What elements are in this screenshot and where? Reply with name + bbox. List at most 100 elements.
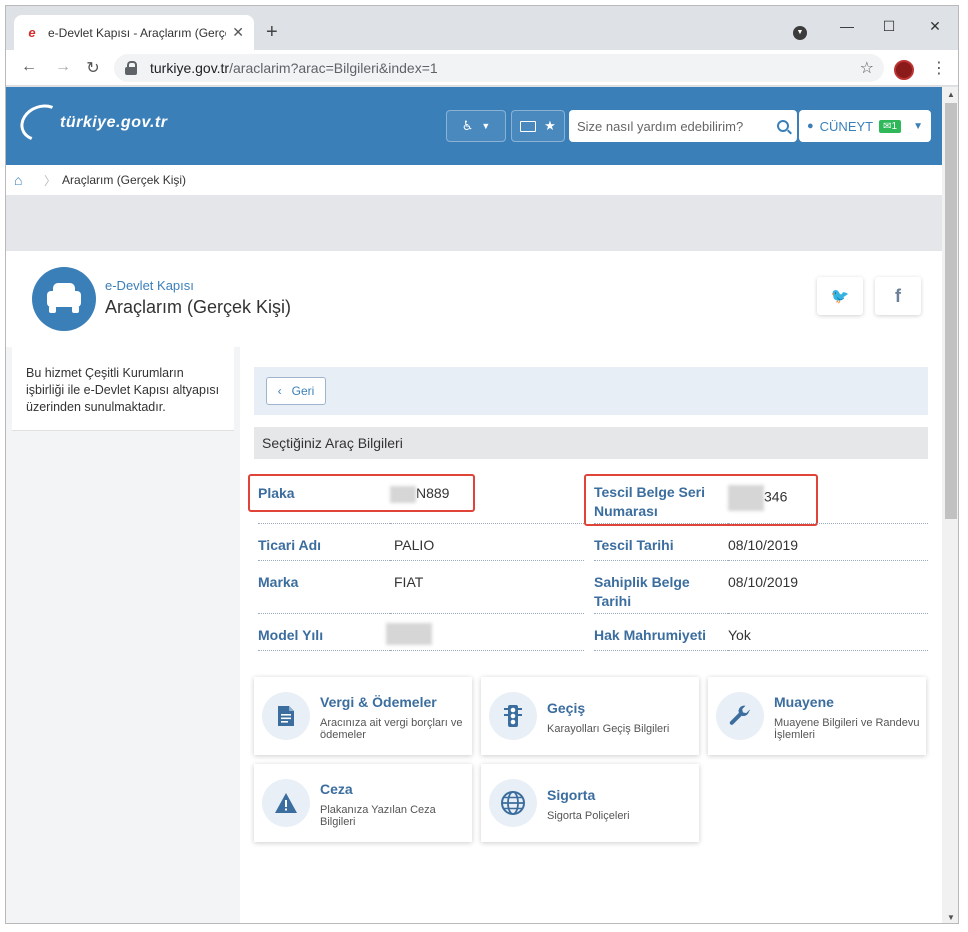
breadcrumb-separator: 〉 [44,173,57,188]
tab-title: e-Devlet Kapısı - Araçlarım (Gerçe [48,25,226,40]
user-menu-button[interactable]: ● CÜNEYT ✉1 ▼ [799,110,931,142]
car-icon [32,267,96,331]
new-tab-button[interactable]: + [266,20,278,44]
card-vergi-odemeler[interactable]: Vergi & Ödemeler Aracınıza ait vergi bor… [254,677,472,755]
back-button[interactable]: ‹ Geri [266,377,326,405]
lock-icon[interactable] [124,61,138,75]
card-desc: Aracınıza ait vergi borçları ve ödemeler [320,717,463,741]
main-content: ‹ Geri Seçtiğiniz Araç Bilgileri Plaka N… [240,347,942,923]
card-desc: Sigorta Poliçeleri [547,810,630,822]
card-muayene[interactable]: Muayene Muayene Bilgileri ve Randevu İşl… [708,677,926,755]
card-sigorta[interactable]: Sigorta Sigorta Poliçeleri [481,764,699,842]
banner-area [6,195,942,251]
browser-toolbar: ← → ↻ turkiye.gov.tr/araclarim?arac=Bilg… [6,50,958,86]
reload-icon[interactable]: ↻ [82,58,104,78]
warning-icon [262,779,310,827]
user-icon: ● [807,120,814,132]
facebook-share-button[interactable]: f [875,277,921,315]
back-button-label: Geri [291,384,315,398]
mail-badge[interactable]: ✉1 [879,119,902,133]
sahiplik-label: Sahiplik Belge Tarihi [594,574,690,609]
tab-close-icon[interactable]: ✕ [232,24,244,41]
sahiplik-value: 08/10/2019 [728,574,799,590]
site-search [569,110,797,142]
card-ceza[interactable]: Ceza Plakanıza Yazılan Ceza Bilgileri [254,764,472,842]
home-icon[interactable]: ⌂ [14,172,30,188]
ticari-adi-value: PALIO [394,537,435,553]
page-scrollbar[interactable]: ▲ ▼ [942,87,958,923]
sidebar: Bu hizmet Çeşitli Kurumların işbirliği i… [6,347,240,923]
model-yili-value [386,623,432,645]
wheelchair-icon: ♿ [461,118,474,133]
tescil-seri-highlight [584,474,818,526]
forward-arrow-icon[interactable]: → [52,58,74,76]
chevron-left-icon: ‹ [277,384,282,398]
minimize-button[interactable]: — [824,12,870,40]
card-desc: Muayene Bilgileri ve Randevu İşlemleri [774,717,920,741]
maximize-button[interactable]: ☐ [866,12,912,40]
edevlet-favicon-icon: e [28,24,36,40]
accessibility-button[interactable]: ♿ ▼ [446,110,506,142]
card-desc: Plakanıza Yazılan Ceza Bilgileri [320,804,436,828]
traffic-light-icon [489,692,537,740]
site-header: türkiye.gov.tr ♿ ▼ ★ ● CÜNEYT ✉1 ▼ [6,87,942,165]
service-note: Bu hizmet Çeşitli Kurumların işbirliği i… [12,347,234,431]
user-name: CÜNEYT [819,118,874,134]
caret-down-icon: ▼ [481,121,491,131]
url-text[interactable]: turkiye.gov.tr/araclarim?arac=Bilgileri&… [150,60,438,76]
card-gecis[interactable]: Geçiş Karayolları Geçiş Bilgileri [481,677,699,755]
browser-tab[interactable]: e e-Devlet Kapısı - Araçlarım (Gerçe ✕ [14,15,254,50]
hak-mahrumiyeti-value: Yok [728,627,751,643]
facebook-icon: f [895,285,901,306]
profile-avatar[interactable] [894,60,914,80]
menu-kebab-icon[interactable]: ⋮ [931,58,947,78]
url-path: /araclarim?arac=Bilgileri&index=1 [229,60,438,76]
card-title: Ceza [320,781,353,797]
logo-swoosh-icon [15,98,69,148]
mail-count: 1 [891,120,898,132]
breadcrumb: ⌂ 〉 Araçlarım (Gerçek Kişi) [6,165,942,195]
address-bar[interactable]: turkiye.gov.tr/araclarim?arac=Bilgileri&… [114,54,884,82]
globe-icon [489,779,537,827]
model-yili-label: Model Yılı [258,627,324,643]
redacted-block [386,623,432,645]
back-panel: ‹ Geri [254,367,928,415]
card-title: Geçiş [547,700,586,716]
logo-text: türkiye.gov.tr [60,114,168,131]
section-title: Seçtiğiniz Araç Bilgileri [254,427,928,459]
hak-mahrumiyeti-label: Hak Mahrumiyeti [594,627,707,643]
tab-strip: e e-Devlet Kapısı - Araçlarım (Gerçe ✕ +… [6,6,958,50]
card-title: Muayene [774,694,834,710]
card-title: Sigorta [547,787,596,803]
turkiye-gov-logo[interactable]: türkiye.gov.tr [15,98,168,148]
wrench-icon [716,692,764,740]
page-subtitle[interactable]: e-Devlet Kapısı [105,278,194,293]
page-viewport: türkiye.gov.tr ♿ ▼ ★ ● CÜNEYT ✉1 ▼ ⌂ [6,87,942,923]
window-close-button[interactable]: ✕ [912,12,958,40]
url-host: turkiye.gov.tr [150,60,230,76]
page-heading: e-Devlet Kapısı Araçlarım (Gerçek Kişi) … [6,251,942,347]
search-input[interactable] [577,118,767,134]
twitter-share-button[interactable]: 🐦 [817,277,863,315]
card-desc: Karayolları Geçiş Bilgileri [547,723,670,735]
scroll-down-icon[interactable]: ▼ [942,913,958,922]
back-arrow-icon[interactable]: ← [18,58,40,76]
breadcrumb-current[interactable]: Araçlarım (Gerçek Kişi) [62,173,186,187]
document-icon [262,692,310,740]
star-icon: ★ [544,118,556,133]
id-card-icon [520,120,537,132]
marka-label: Marka [258,574,299,590]
marka-value: FIAT [394,574,424,590]
twitter-icon: 🐦 [830,288,850,305]
scroll-thumb[interactable] [945,103,957,519]
tescil-tarihi-label: Tescil Tarihi [594,537,674,553]
search-icon[interactable] [777,120,789,132]
plaka-highlight [248,474,475,512]
page-title: Araçlarım (Gerçek Kişi) [105,297,292,317]
id-card-favorites-button[interactable]: ★ [511,110,565,142]
bookmark-star-icon[interactable]: ☆ [860,58,874,78]
card-title: Vergi & Ödemeler [320,694,437,710]
media-indicator-icon[interactable]: ▼ [793,26,807,40]
scroll-up-icon[interactable]: ▲ [942,90,958,99]
tescil-tarihi-value: 08/10/2019 [728,537,799,553]
